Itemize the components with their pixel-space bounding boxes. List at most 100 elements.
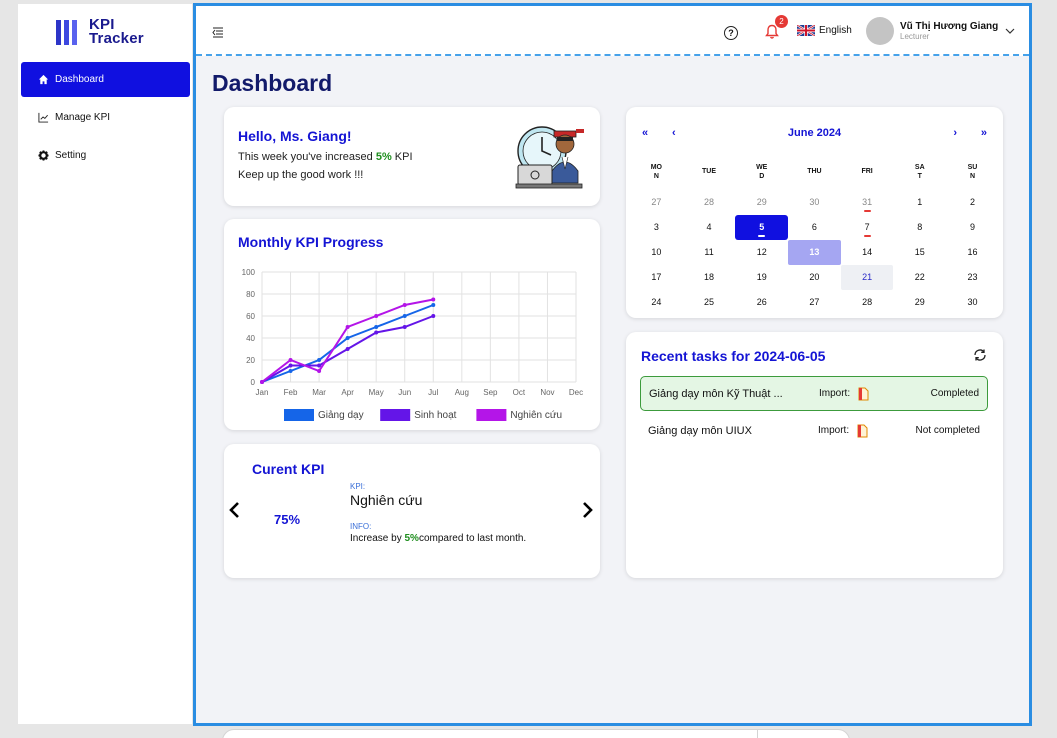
calendar-day[interactable]: 19 xyxy=(735,265,788,290)
sidebar-item-setting[interactable]: Setting xyxy=(21,138,190,173)
weekday-label: SA xyxy=(914,163,925,171)
y-tick-label: 0 xyxy=(251,378,256,387)
calendar-day[interactable]: 28 xyxy=(841,290,894,315)
calendar-header: « ‹ June 2024 › » xyxy=(642,127,987,139)
calendar-day[interactable]: 30 xyxy=(946,290,999,315)
prev-month-button[interactable]: ‹ xyxy=(672,127,702,139)
language-selector[interactable]: English xyxy=(797,25,852,36)
welcome-line-2: Keep up the good work !!! xyxy=(238,169,364,181)
uk-flag-icon xyxy=(797,25,815,36)
calendar-day[interactable]: 17 xyxy=(630,265,683,290)
data-point xyxy=(345,325,350,329)
calendar-day[interactable]: 14 xyxy=(841,240,894,265)
kpi-name: Nghiên cứu xyxy=(350,492,423,508)
next-year-button[interactable]: » xyxy=(957,127,987,139)
document-icon[interactable] xyxy=(858,387,869,401)
menu-toggle-icon[interactable] xyxy=(212,25,224,38)
help-icon[interactable]: ? xyxy=(724,26,738,40)
data-point xyxy=(260,380,264,384)
welcome-line-1-prefix: This week you've increased xyxy=(238,151,376,163)
data-point xyxy=(374,314,379,318)
task-import-label: Import: xyxy=(818,425,850,436)
calendar-day[interactable]: 6 xyxy=(788,215,841,240)
app-logo[interactable]: KPI Tracker xyxy=(56,17,144,47)
sidebar-item-label: Manage KPI xyxy=(55,112,111,123)
task-row[interactable]: Giảng dạy môn Kỹ Thuật ... Import: Complet… xyxy=(640,376,988,411)
calendar-day[interactable]: 4 xyxy=(683,215,736,240)
calendar-day[interactable]: 28 xyxy=(683,190,736,215)
calendar-day[interactable]: 10 xyxy=(630,240,683,265)
calendar-day-selected[interactable]: 5 xyxy=(735,215,789,240)
task-row[interactable]: Giảng dạy môn UIUX Import: Not completed xyxy=(640,413,988,448)
data-point xyxy=(431,314,436,318)
calendar-day-today[interactable]: 21 xyxy=(840,265,894,290)
calendar-day[interactable]: 16 xyxy=(946,240,999,265)
prev-year-button[interactable]: « xyxy=(642,127,672,139)
calendar-day[interactable]: 24 xyxy=(630,290,683,315)
calendar-day[interactable]: 27 xyxy=(788,290,841,315)
data-point xyxy=(288,363,293,368)
recent-tasks-card: Recent tasks for 2024-06-05 Giảng dạy mô… xyxy=(626,332,1003,578)
kpi-progress-card: Monthly KPI Progress 0 20 40 60 80 100 Jan Feb M… xyxy=(224,219,600,430)
data-point xyxy=(402,314,407,318)
prev-kpi-button[interactable] xyxy=(228,500,242,520)
calendar-month-label[interactable]: June 2024 xyxy=(702,127,927,139)
calendar-day[interactable]: 3 xyxy=(630,215,683,240)
calendar-day[interactable]: 31 xyxy=(841,190,894,215)
calendar-day[interactable]: 29 xyxy=(893,290,946,315)
data-point xyxy=(288,358,293,362)
calendar-week: 10 11 12 13 14 15 16 xyxy=(630,240,999,265)
welcome-title: Hello, Ms. Giang! xyxy=(238,128,352,144)
calendar-day[interactable]: 11 xyxy=(683,240,736,265)
calendar-day[interactable]: 29 xyxy=(735,190,788,215)
avatar xyxy=(866,17,894,45)
calendar-week: 17 18 19 20 21 22 23 xyxy=(630,265,999,290)
calendar-day[interactable]: 20 xyxy=(788,265,841,290)
x-tick-label: Nov xyxy=(540,388,554,397)
logo-text-line2: Tracker xyxy=(89,30,144,47)
calendar-day[interactable]: 1 xyxy=(893,190,946,215)
weekday-label: MO xyxy=(650,163,662,171)
weekday: FRI xyxy=(841,167,894,176)
x-tick-label: May xyxy=(369,388,384,397)
calendar-day[interactable]: 2 xyxy=(946,190,999,215)
user-menu[interactable]: Vũ Thị Hương Giang Lecturer xyxy=(866,17,1015,45)
y-tick-label: 80 xyxy=(246,290,255,299)
calendar-day[interactable]: 12 xyxy=(735,240,788,265)
calendar-day[interactable]: 18 xyxy=(683,265,736,290)
document-icon[interactable] xyxy=(857,424,868,438)
task-name: Giảng dạy môn Kỹ Thuật ... xyxy=(649,387,783,400)
chart-title: Monthly KPI Progress xyxy=(238,234,384,250)
calendar-day[interactable]: 8 xyxy=(893,215,946,240)
calendar-day[interactable]: 23 xyxy=(946,265,999,290)
bottom-panel-divider xyxy=(757,730,758,738)
home-icon xyxy=(37,74,49,86)
page-title: Dashboard xyxy=(212,70,333,96)
task-name: Giảng dạy môn UIUX xyxy=(648,424,752,437)
calendar-day[interactable]: 25 xyxy=(683,290,736,315)
legend-swatch xyxy=(380,409,411,421)
x-tick-label: Jul xyxy=(428,388,438,397)
x-tick-label: Aug xyxy=(455,388,469,397)
calendar-day[interactable]: 7 xyxy=(841,215,894,240)
calendar-day[interactable]: 26 xyxy=(735,290,788,315)
calendar-day[interactable]: 22 xyxy=(893,265,946,290)
weekday-label: WE xyxy=(756,163,768,171)
y-tick-label: 100 xyxy=(242,268,256,277)
calendar-day[interactable]: 15 xyxy=(893,240,946,265)
sidebar-item-manage-kpi[interactable]: Manage KPI xyxy=(21,100,190,135)
calendar-day[interactable]: 13 xyxy=(788,240,841,265)
sidebar: KPI Tracker Dashboard Manage KPI Setting xyxy=(18,4,192,724)
worker-illustration xyxy=(515,126,584,189)
calendar-day[interactable]: 9 xyxy=(946,215,999,240)
refresh-icon[interactable] xyxy=(973,348,987,362)
next-kpi-button[interactable] xyxy=(580,500,594,520)
next-month-button[interactable]: › xyxy=(927,127,957,139)
calendar-weekdays: MO N TUE WE D THU FRI SA T SU N xyxy=(630,159,999,184)
user-name: Vũ Thị Hương Giang xyxy=(900,21,999,32)
welcome-line-1-suffix: KPI xyxy=(391,151,413,163)
sidebar-item-dashboard[interactable]: Dashboard xyxy=(21,62,190,97)
calendar-day[interactable]: 30 xyxy=(788,190,841,215)
calendar-day[interactable]: 27 xyxy=(630,190,683,215)
x-tick-label: Feb xyxy=(284,388,298,397)
